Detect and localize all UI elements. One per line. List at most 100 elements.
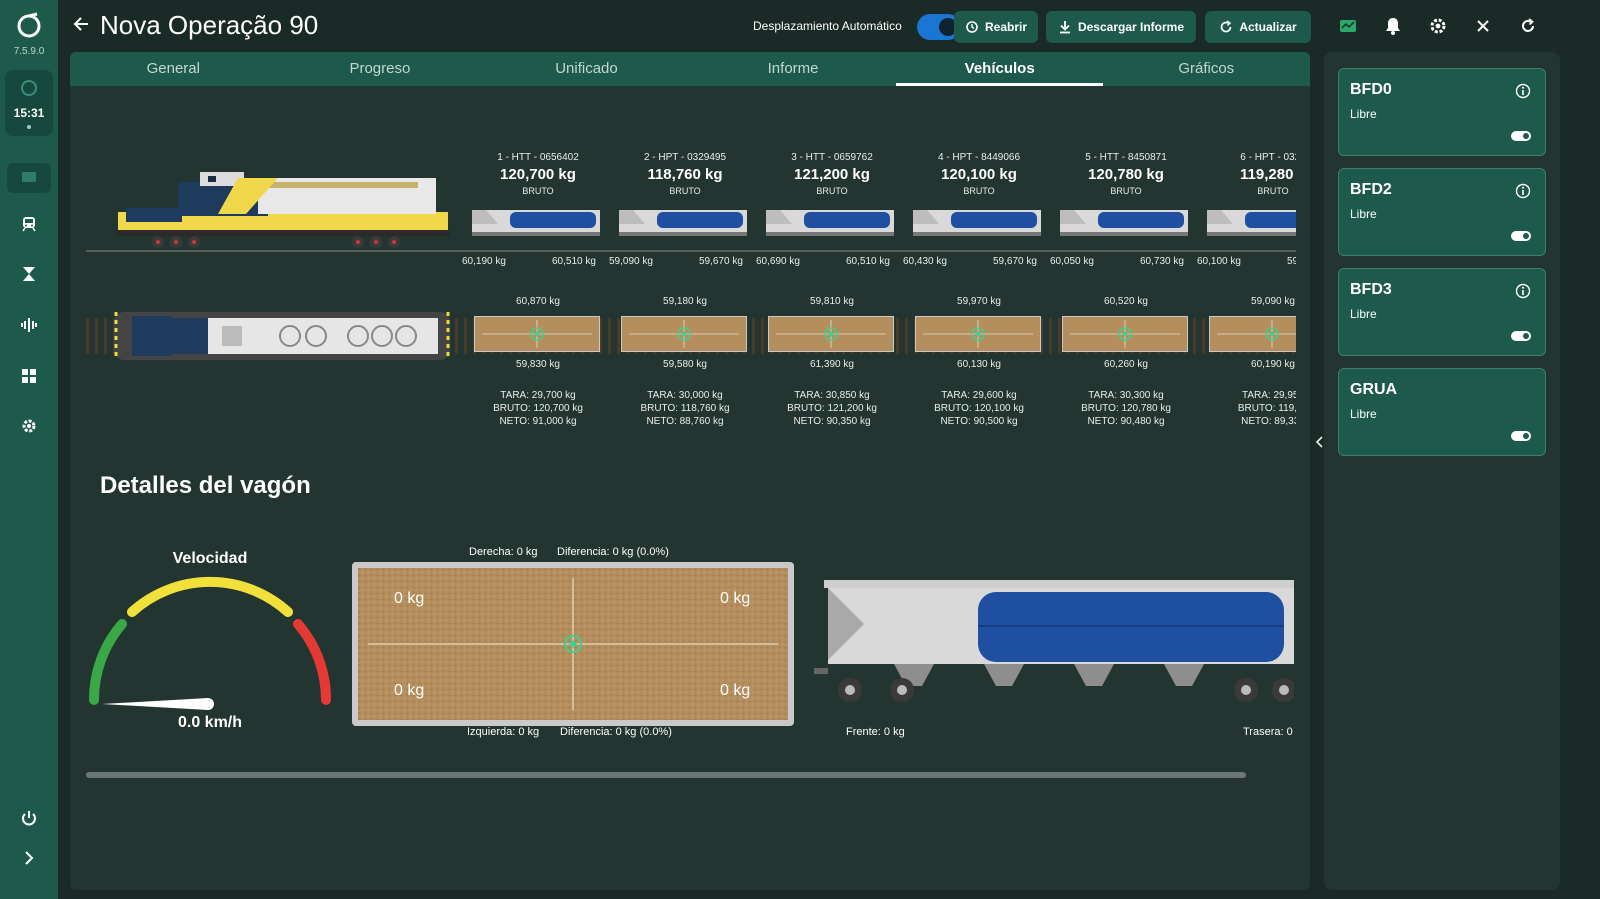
- wagon-axle-left: 60,050 kg: [1050, 256, 1094, 267]
- scale-card-bfd0[interactable]: BFD0 Libre: [1338, 68, 1546, 156]
- download-icon: [1059, 21, 1070, 34]
- wagon-totals: TARA: 30,850 kg BRUTO: 121,200 kg NETO: …: [762, 389, 902, 428]
- bell-icon[interactable]: [1383, 16, 1403, 36]
- wagon-neto: NETO: 89,330: [1241, 416, 1296, 427]
- scale-toggle[interactable]: [1511, 131, 1531, 141]
- wagon-totals: TARA: 29,600 kg BRUTO: 120,100 kg NETO: …: [909, 389, 1049, 428]
- clock-status-dot: [27, 125, 31, 129]
- wagon-gross-label: BRUTO: [1257, 186, 1289, 196]
- reopen-button[interactable]: Reabrir: [954, 11, 1038, 43]
- nav-monitor[interactable]: [7, 163, 51, 193]
- scale-toggle[interactable]: [1511, 431, 1531, 441]
- clock-time: 15:31: [13, 106, 45, 120]
- wagon-bruto: BRUTO: 120,100 kg: [934, 403, 1024, 414]
- wagon-axle-left: 60,690 kg: [756, 256, 800, 267]
- hopper-car-icon: [472, 210, 600, 236]
- speed-gauge: Velocidad 0.0 km/h: [80, 550, 340, 740]
- reload-icon[interactable]: [1518, 16, 1538, 36]
- chart-status-icon[interactable]: [1338, 16, 1358, 36]
- tab-bar: General Progreso Unificado Informe Vehíc…: [70, 52, 1310, 86]
- wagon-neto: NETO: 91,000 kg: [499, 416, 577, 427]
- tab-general[interactable]: General: [70, 52, 277, 86]
- hopper-car-icon: [766, 210, 894, 236]
- wagon-gross: 119,280 k: [1240, 166, 1296, 183]
- wagon-tara: TARA: 29,950: [1241, 390, 1296, 401]
- wagon-axle-left: 60,100 kg: [1197, 256, 1241, 267]
- wagon-gross-label: BRUTO: [522, 186, 554, 196]
- wagon-load-plan: [915, 316, 1041, 352]
- nav-scale[interactable]: [7, 310, 51, 340]
- info-icon[interactable]: [1515, 83, 1531, 99]
- autoscroll-label: Desplazamiento Automático: [753, 19, 902, 33]
- info-icon[interactable]: [1515, 283, 1531, 299]
- wagon-code: 2 - HPT - 0329495: [643, 152, 727, 163]
- wagon-code: 6 - HPT - 0327: [1240, 152, 1296, 163]
- clock-widget[interactable]: 15:31: [5, 70, 53, 136]
- wagon-bottom-weight: 60,130 kg: [957, 359, 1001, 370]
- wagon-code: 3 - HTT - 0659762: [791, 152, 873, 163]
- wagon-gross: 120,780 kg: [1088, 166, 1164, 183]
- wagon-bruto: BRUTO: 120,700 kg: [493, 403, 583, 414]
- left-rail: 7.5.9.0 15:31: [0, 0, 58, 899]
- scale-name: BFD0: [1350, 81, 1392, 98]
- scale-card-grua[interactable]: GRUA Libre: [1338, 368, 1546, 456]
- left-load-label: Izquierda: 0 kg: [467, 726, 540, 738]
- settings-icon[interactable]: [1428, 16, 1448, 36]
- wagon-tara: TARA: 30,000 kg: [647, 390, 723, 401]
- nav-expand[interactable]: [7, 843, 51, 873]
- scale-status: Libre: [1350, 407, 1377, 421]
- scale-name: BFD2: [1350, 181, 1392, 198]
- power-icon: [22, 811, 36, 826]
- wagon-gross: 121,200 kg: [794, 166, 870, 183]
- horizontal-scrollbar[interactable]: [86, 772, 1246, 778]
- scale-card-bfd2[interactable]: BFD2 Libre: [1338, 168, 1546, 256]
- hopper-car-icon: [619, 210, 747, 236]
- clock-icon: [21, 80, 37, 96]
- tab-unificado[interactable]: Unificado: [483, 52, 690, 86]
- nav-settings[interactable]: [7, 411, 51, 441]
- wagon-axle-right: 59: [1287, 256, 1296, 267]
- quadrant-bottom-left: 0 kg: [394, 682, 425, 699]
- tab-progreso[interactable]: Progreso: [277, 52, 484, 86]
- close-icon[interactable]: [1473, 16, 1493, 36]
- download-report-label: Descargar Informe: [1077, 20, 1185, 34]
- diff-bottom-label: Diferencia: 0 kg (0.0%): [560, 726, 672, 738]
- nav-hourglass[interactable]: [7, 259, 51, 289]
- scale-card-bfd3[interactable]: BFD3 Libre: [1338, 268, 1546, 356]
- locomotive-top-view: [114, 312, 450, 360]
- wagon-neto: NETO: 90,500 kg: [940, 416, 1018, 427]
- scale-toggle[interactable]: [1511, 331, 1531, 341]
- wagon-code: 5 - HTT - 8450871: [1085, 152, 1167, 163]
- download-report-button[interactable]: Descargar Informe: [1046, 11, 1196, 43]
- tab-graficos[interactable]: Gráficos: [1103, 52, 1310, 86]
- monitor-icon: [22, 172, 36, 182]
- refresh-button[interactable]: Actualizar: [1205, 11, 1311, 43]
- wagon-load-plan: [1209, 316, 1296, 352]
- wagon-axle-left: 60,430 kg: [903, 256, 947, 267]
- wagon-totals: TARA: 30,300 kg BRUTO: 120,780 kg NETO: …: [1056, 389, 1196, 428]
- wagon-tara: TARA: 30,850 kg: [794, 390, 870, 401]
- nav-power[interactable]: [7, 803, 51, 833]
- back-arrow-icon[interactable]: [72, 14, 92, 34]
- tab-vehiculos[interactable]: Vehículos: [896, 52, 1103, 86]
- scale-status: Libre: [1350, 207, 1377, 221]
- nav-dashboard[interactable]: [7, 361, 51, 391]
- page-title: Nova Operação 90: [100, 10, 319, 40]
- locomotive-side-view: [116, 172, 450, 248]
- wagon-top-weight: 60,870 kg: [516, 296, 560, 307]
- tab-informe[interactable]: Informe: [690, 52, 897, 86]
- chevron-left-icon[interactable]: [1314, 434, 1324, 450]
- wagon-top-weight: 59,090 kg: [1251, 296, 1295, 307]
- wagon-neto: NETO: 90,350 kg: [793, 416, 871, 427]
- reopen-button-label: Reabrir: [984, 20, 1028, 34]
- wagon-gross-label: BRUTO: [816, 186, 848, 196]
- wagon-top-weight: 60,520 kg: [1104, 296, 1148, 307]
- hopper-car-icon: [1207, 210, 1296, 236]
- wagon-bruto: BRUTO: 119,28: [1237, 403, 1296, 414]
- nav-train[interactable]: [7, 209, 51, 239]
- wagon-bruto: BRUTO: 120,780 kg: [1081, 403, 1171, 414]
- wagon-tara: TARA: 30,300 kg: [1088, 390, 1164, 401]
- wagon-gross: 120,100 kg: [941, 166, 1017, 183]
- info-icon[interactable]: [1515, 183, 1531, 199]
- scale-toggle[interactable]: [1511, 231, 1531, 241]
